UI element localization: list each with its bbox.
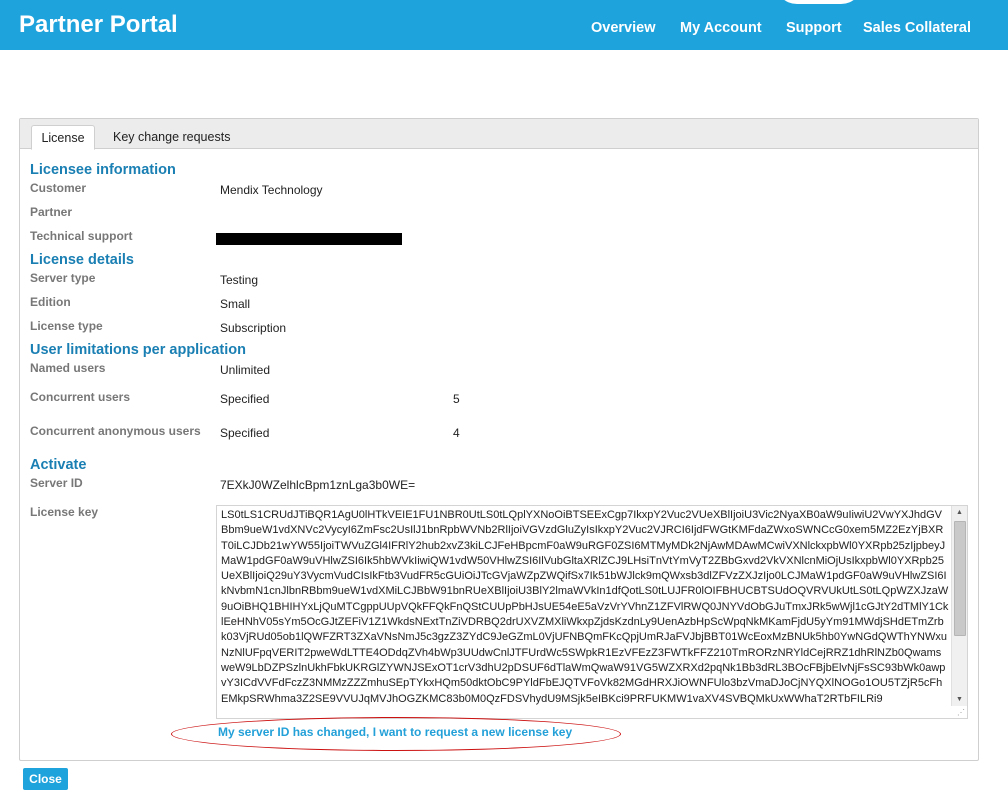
concurrent-anonymous-users-value: Specified — [220, 426, 270, 440]
nav-my-account[interactable]: My Account — [680, 20, 762, 36]
license-panel: License Key change requests Licensee inf… — [19, 118, 979, 761]
scroll-up-arrow-icon[interactable]: ▲ — [952, 506, 967, 519]
tab-license[interactable]: License — [31, 125, 95, 150]
license-details-heading: License details — [30, 252, 134, 268]
server-type-value: Testing — [220, 273, 259, 287]
license-key-text[interactable]: LS0tLS1CRUdJTiBQR1AgU0lHTkVEIE1FU1NBR0Ut… — [221, 508, 949, 718]
nav-support[interactable]: Support — [786, 20, 842, 36]
partner-label: Partner — [30, 205, 73, 219]
nav-overview[interactable]: Overview — [591, 20, 656, 36]
resize-grip-icon[interactable]: ⋰ — [957, 708, 965, 717]
header-decoration — [775, 0, 863, 4]
request-new-license-key-link[interactable]: My server ID has changed, I want to requ… — [218, 725, 572, 739]
nav-sales-collateral[interactable]: Sales Collateral — [863, 20, 971, 36]
technical-support-label: Technical support — [30, 229, 133, 243]
customer-value: Mendix Technology — [220, 183, 323, 197]
user-limitations-heading: User limitations per application — [30, 342, 246, 358]
concurrent-users-label: Concurrent users — [30, 390, 131, 404]
edition-value: Small — [220, 297, 251, 311]
activate-heading: Activate — [30, 457, 87, 473]
server-id-label: Server ID — [30, 476, 83, 490]
concurrent-anonymous-users-count: 4 — [453, 426, 460, 440]
tab-strip: License Key change requests — [20, 119, 978, 150]
customer-label: Customer — [30, 181, 87, 195]
scroll-down-arrow-icon[interactable]: ▼ — [952, 693, 967, 706]
close-button[interactable]: Close — [23, 768, 68, 790]
brand-title[interactable]: Partner Portal — [19, 11, 178, 39]
license-key-label: License key — [30, 505, 99, 519]
license-type-value: Subscription — [220, 321, 287, 335]
top-navigation-bar: Partner Portal Overview My Account Suppo… — [0, 0, 1008, 50]
server-id-value: 7EXkJ0WZelhlcBpm1znLga3b0WE= — [220, 478, 416, 492]
license-key-scrollbar[interactable]: ▲ ▼ — [951, 506, 967, 706]
concurrent-users-value: Specified — [220, 392, 270, 406]
named-users-label: Named users — [30, 361, 106, 375]
tab-key-change-requests[interactable]: Key change requests — [113, 125, 230, 148]
redacted-technical-support — [216, 233, 402, 245]
named-users-value: Unlimited — [220, 363, 271, 377]
concurrent-users-count: 5 — [453, 392, 460, 406]
license-key-textarea[interactable]: LS0tLS1CRUdJTiBQR1AgU0lHTkVEIE1FU1NBR0Ut… — [216, 505, 968, 719]
server-type-label: Server type — [30, 271, 96, 285]
concurrent-anonymous-users-label: Concurrent anonymous users — [30, 424, 201, 438]
license-type-label: License type — [30, 319, 103, 333]
licensee-information-heading: Licensee information — [30, 162, 176, 178]
edition-label: Edition — [30, 295, 71, 309]
scroll-thumb[interactable] — [954, 521, 966, 636]
